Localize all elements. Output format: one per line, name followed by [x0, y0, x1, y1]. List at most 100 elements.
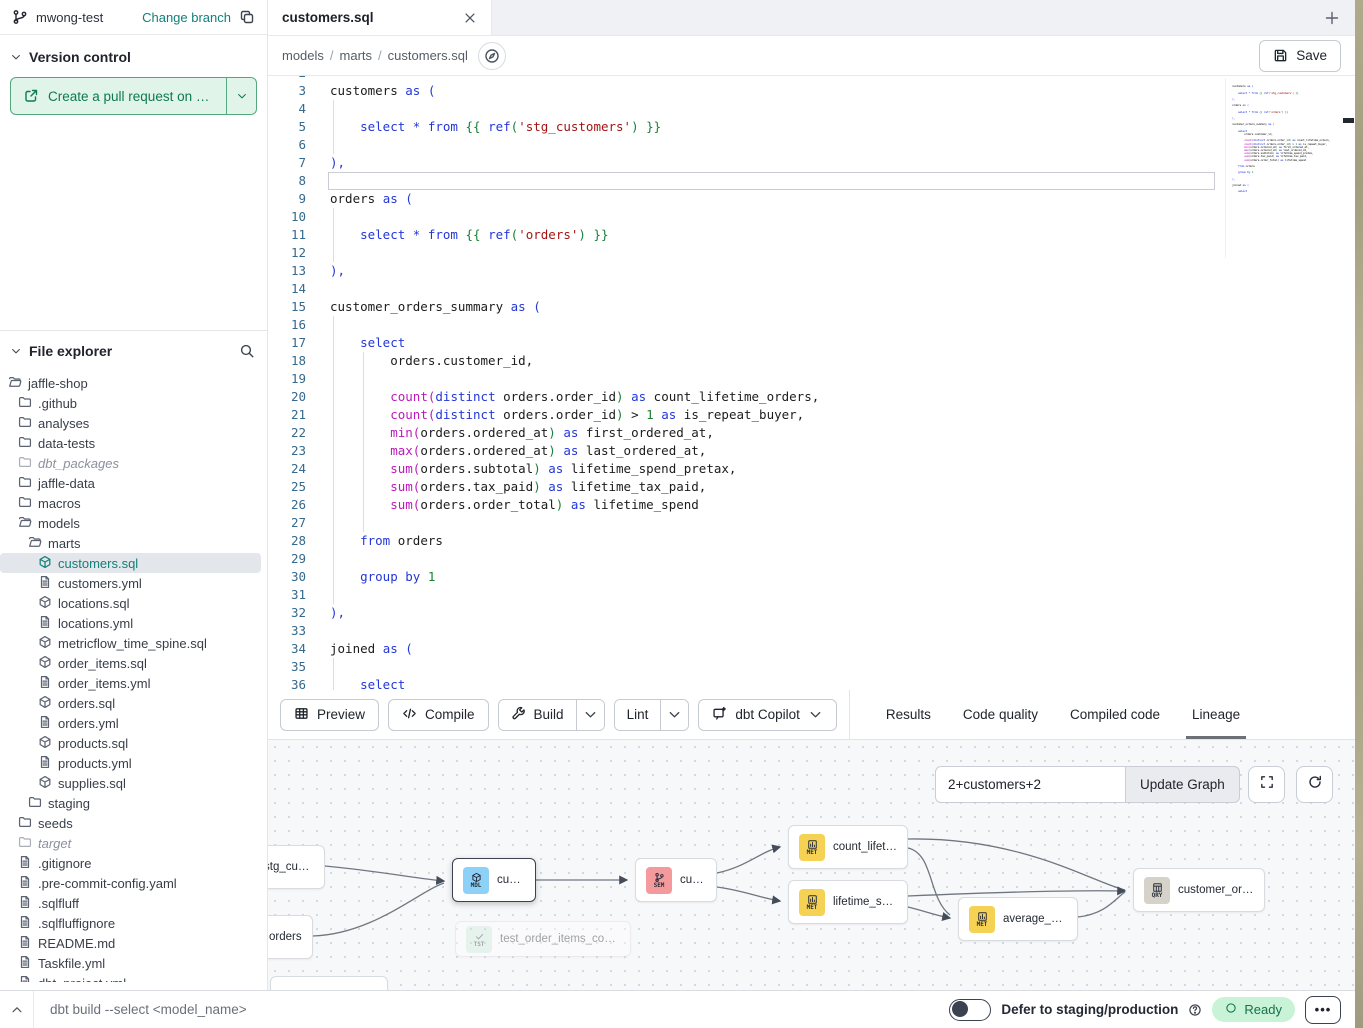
tree-item-macros[interactable]: macros: [0, 493, 261, 513]
lineage-panel[interactable]: MDLstg_customersMDLordersMDLcustomersTST…: [268, 740, 1355, 990]
tree-item-customers-sql[interactable]: customers.sql: [0, 553, 261, 573]
tree-item-models[interactable]: models: [0, 513, 261, 533]
code-line-7[interactable]: 7),: [268, 154, 1355, 172]
file-explorer-header[interactable]: File explorer: [0, 331, 267, 367]
code-line-26[interactable]: 26 sum(orders.order_total) as lifetime_s…: [268, 496, 1355, 514]
breadcrumb-marts[interactable]: marts: [340, 48, 373, 63]
code-line-4[interactable]: 4: [268, 100, 1355, 118]
update-graph-button[interactable]: Update Graph: [1125, 766, 1240, 803]
code-line-11[interactable]: 11 select * from {{ ref('orders') }}: [268, 226, 1355, 244]
tree-item-orders-sql[interactable]: orders.sql: [0, 693, 261, 713]
dbt-copilot-button[interactable]: dbt Copilot: [698, 699, 837, 731]
code-line-8[interactable]: 8: [268, 172, 1355, 190]
code-line-16[interactable]: 16: [268, 316, 1355, 334]
copy-branch-icon[interactable]: [239, 9, 255, 25]
scrollbar-thumb[interactable]: [1343, 118, 1354, 123]
code-line-30[interactable]: 30 group by 1: [268, 568, 1355, 586]
tree-item-dbt-project-yml[interactable]: dbt_project.yml: [0, 973, 261, 982]
code-line-19[interactable]: 19: [268, 370, 1355, 388]
tab-lineage[interactable]: Lineage: [1176, 690, 1256, 739]
lineage-node-stg_customers[interactable]: MDLstg_customers: [268, 845, 325, 889]
tree-item-order-items-sql[interactable]: order_items.sql: [0, 653, 261, 673]
tab-customers-sql[interactable]: customers.sql: [268, 0, 492, 35]
code-line-17[interactable]: 17 select: [268, 334, 1355, 352]
code-line-36[interactable]: 36 select: [268, 676, 1355, 690]
create-pr-button[interactable]: Create a pull request on Git...: [11, 78, 226, 114]
tab-compiled-code[interactable]: Compiled code: [1054, 690, 1176, 739]
lineage-selector-input[interactable]: [935, 766, 1125, 803]
tree-item--pre-commit-config-yaml[interactable]: .pre-commit-config.yaml: [0, 873, 261, 893]
code-line-15[interactable]: 15customer_orders_summary as (: [268, 298, 1355, 316]
tree-item-jaffle-data[interactable]: jaffle-data: [0, 473, 261, 493]
code-line-10[interactable]: 10: [268, 208, 1355, 226]
tree-item--gitignore[interactable]: .gitignore: [0, 853, 261, 873]
expand-command-bar-button[interactable]: [0, 991, 34, 1028]
code-editor[interactable]: 23customers as (45 select * from {{ ref(…: [268, 76, 1355, 690]
tree-item-orders-yml[interactable]: orders.yml: [0, 713, 261, 733]
lineage-node-customer_order_metrics[interactable]: QRYcustomer_order_metrics: [1133, 868, 1265, 912]
code-line-5[interactable]: 5 select * from {{ ref('stg_customers') …: [268, 118, 1355, 136]
close-tab-icon[interactable]: [463, 11, 477, 25]
code-line-35[interactable]: 35: [268, 658, 1355, 676]
tree-item-marts[interactable]: marts: [0, 533, 261, 553]
tree-item--github[interactable]: .github: [0, 393, 261, 413]
tree-item-dbt-packages[interactable]: dbt_packages: [0, 453, 261, 473]
new-tab-button[interactable]: [1309, 0, 1355, 35]
code-line-6[interactable]: 6: [268, 136, 1355, 154]
code-line-25[interactable]: 25 sum(orders.tax_paid) as lifetime_tax_…: [268, 478, 1355, 496]
lineage-node-customers-semantic[interactable]: SEMcustomers: [635, 858, 717, 902]
code-line-20[interactable]: 20 count(distinct orders.order_id) as co…: [268, 388, 1355, 406]
code-line-31[interactable]: 31: [268, 586, 1355, 604]
lineage-node-orders[interactable]: MDLorders: [268, 915, 313, 959]
lint-button[interactable]: Lint: [615, 700, 661, 730]
help-icon[interactable]: [1188, 1003, 1202, 1017]
editor-scrollbar[interactable]: [1343, 76, 1355, 690]
code-line-33[interactable]: 33: [268, 622, 1355, 640]
tree-item-customers-yml[interactable]: customers.yml: [0, 573, 261, 593]
defer-toggle[interactable]: [949, 999, 991, 1021]
compile-button[interactable]: Compile: [388, 699, 489, 731]
refresh-graph-button[interactable]: [1296, 766, 1333, 803]
search-icon[interactable]: [239, 343, 255, 359]
code-line-29[interactable]: 29: [268, 550, 1355, 568]
code-line-27[interactable]: 27: [268, 514, 1355, 532]
tree-item-supplies-sql[interactable]: supplies.sql: [0, 773, 261, 793]
tree-item-locations-sql[interactable]: locations.sql: [0, 593, 261, 613]
lineage-node-partial-node[interactable]: [270, 976, 388, 990]
tree-item-products-sql[interactable]: products.sql: [0, 733, 261, 753]
editor-minimap[interactable]: customers as ( select * from {{ ref('stg…: [1225, 78, 1337, 258]
code-line-32[interactable]: 32),: [268, 604, 1355, 622]
docs-compass-button[interactable]: [478, 42, 506, 70]
tree-item--sqlfluff[interactable]: .sqlfluff: [0, 893, 261, 913]
tree-item-analyses[interactable]: analyses: [0, 413, 261, 433]
tree-item-data-tests[interactable]: data-tests: [0, 433, 261, 453]
tree-item-metricflow-time-spine-sql[interactable]: metricflow_time_spine.sql: [0, 633, 261, 653]
breadcrumb-file[interactable]: customers.sql: [388, 48, 468, 63]
version-control-header[interactable]: Version control: [0, 35, 267, 73]
tab-results[interactable]: Results: [870, 690, 947, 739]
lineage-node-lifetime_spend_pretax[interactable]: METlifetime_spend_pretax: [788, 880, 908, 924]
tree-item-locations-yml[interactable]: locations.yml: [0, 613, 261, 633]
tree-item-readme-md[interactable]: README.md: [0, 933, 261, 953]
code-line-24[interactable]: 24 sum(orders.subtotal) as lifetime_spen…: [268, 460, 1355, 478]
code-line-12[interactable]: 12: [268, 244, 1355, 262]
code-line-13[interactable]: 13),: [268, 262, 1355, 280]
code-line-21[interactable]: 21 count(distinct orders.order_id) > 1 a…: [268, 406, 1355, 424]
fullscreen-button[interactable]: [1248, 766, 1285, 803]
tab-code-quality[interactable]: Code quality: [947, 690, 1054, 739]
code-line-23[interactable]: 23 max(orders.ordered_at) as last_ordere…: [268, 442, 1355, 460]
build-button[interactable]: Build: [499, 700, 576, 730]
preview-button[interactable]: Preview: [280, 699, 379, 731]
tree-item--sqlfluffignore[interactable]: .sqlfluffignore: [0, 913, 261, 933]
tree-item-staging[interactable]: staging: [0, 793, 261, 813]
tree-item-seeds[interactable]: seeds: [0, 813, 261, 833]
code-line-3[interactable]: 3customers as (: [268, 82, 1355, 100]
code-line-34[interactable]: 34joined as (: [268, 640, 1355, 658]
lint-dropdown[interactable]: [660, 700, 688, 730]
tree-item-order-items-yml[interactable]: order_items.yml: [0, 673, 261, 693]
command-input[interactable]: dbt build --select <model_name>: [50, 1002, 949, 1017]
tree-item-taskfile-yml[interactable]: Taskfile.yml: [0, 953, 261, 973]
more-options-button[interactable]: •••: [1305, 996, 1341, 1024]
breadcrumb-models[interactable]: models: [282, 48, 324, 63]
lineage-node-customers-model[interactable]: MDLcustomers: [452, 858, 536, 902]
